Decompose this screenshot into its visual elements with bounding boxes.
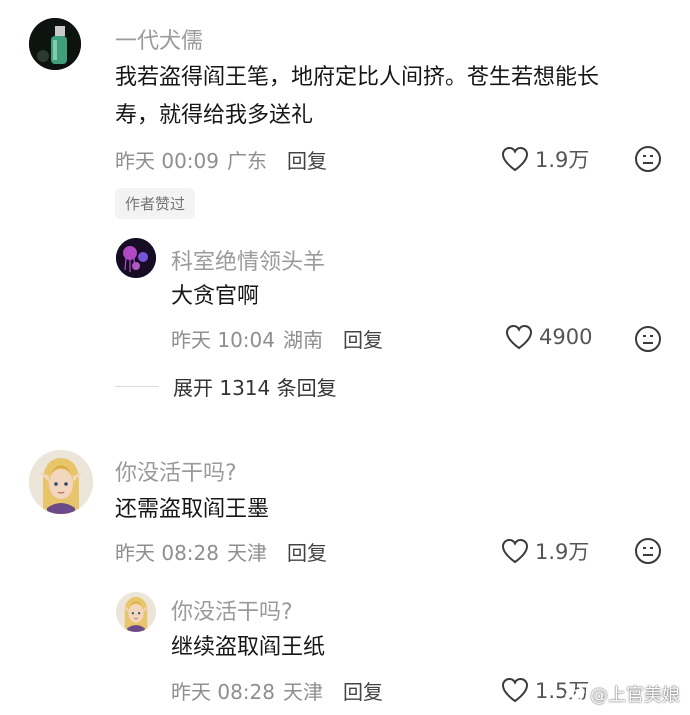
comment-item: 你没活干吗? 还需盗取阎王墨 昨天 08:28 天津 回复 1.9万 你没活干吗… — [0, 0, 690, 715]
elf-avatar-icon[interactable] — [116, 592, 156, 632]
reply-username[interactable]: 你没活干吗? — [171, 594, 293, 626]
watermark-text: @上官美娘 — [590, 685, 680, 706]
reply-time: 昨天 08:28 — [171, 680, 275, 704]
reply-text: 继续盗取阎王纸 — [171, 635, 326, 660]
comment-meta: 昨天 08:28 天津 回复 — [115, 537, 327, 566]
comment-location: 天津 — [227, 541, 267, 565]
reply-meta: 昨天 08:28 天津 回复 — [171, 676, 383, 705]
like-count: 1.9万 — [535, 540, 590, 564]
heart-icon — [501, 677, 529, 703]
comment-text: 还需盗取阎王墨 — [115, 497, 270, 522]
meh-face-icon[interactable] — [634, 537, 662, 565]
reply-button[interactable]: 回复 — [287, 537, 327, 566]
weibo-logo-icon — [565, 687, 585, 703]
heart-icon — [501, 538, 529, 564]
like-button[interactable]: 1.9万 — [501, 536, 589, 566]
reply-button[interactable]: 回复 — [343, 676, 383, 705]
elf-avatar-icon[interactable] — [29, 450, 93, 514]
weibo-watermark: @上官美娘 — [564, 681, 680, 707]
reply-location: 天津 — [283, 680, 323, 704]
comment-time: 昨天 08:28 — [115, 541, 219, 565]
comment-username[interactable]: 你没活干吗? — [115, 455, 237, 487]
